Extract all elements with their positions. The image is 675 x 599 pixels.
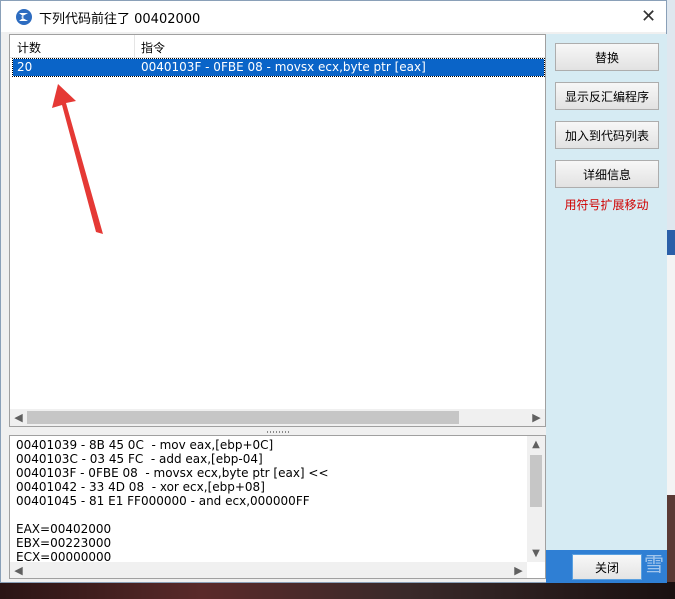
register-line: EAX=00402000 (16, 522, 112, 536)
title-bar[interactable]: 下列代码前往了 00402000 ✕ (1, 1, 666, 32)
scroll-up-icon[interactable]: ▲ (527, 436, 545, 453)
register-line: EBX=00223000 (16, 536, 112, 550)
background-desktop (666, 0, 675, 599)
instruction-list[interactable]: 计数 指令 20 0040103F - 0FBE 08 - movsx ecx,… (9, 34, 546, 427)
column-separator[interactable] (134, 35, 135, 57)
scroll-right-icon[interactable]: ▶ (528, 409, 545, 426)
more-info-button[interactable]: 详细信息 (555, 160, 659, 188)
list-item-selected[interactable]: 20 0040103F - 0FBE 08 - movsx ecx,byte p… (12, 58, 545, 77)
disasm-line: 00401045 - 81 E1 FF000000 - and ecx,0000… (16, 494, 310, 508)
scroll-left-icon[interactable]: ◀ (10, 562, 27, 578)
scrollbar-thumb[interactable] (27, 411, 459, 424)
disasm-line: 0040103F - 0FBE 08 - movsx ecx,byte ptr … (16, 466, 329, 480)
background-window-strip (666, 230, 675, 255)
list-header: 计数 指令 (10, 35, 545, 58)
splitter-grip-icon (267, 431, 289, 433)
background-window-strip (666, 255, 675, 495)
column-header-instruction[interactable]: 指令 (141, 39, 165, 56)
scroll-down-icon[interactable]: ▼ (527, 545, 545, 562)
horizontal-scrollbar[interactable]: ◀ ▶ (10, 562, 527, 578)
instruction-description: 用符号扩展移动 (564, 198, 649, 212)
background-desktop-bottom (0, 582, 675, 599)
horizontal-scrollbar[interactable]: ◀ ▶ (10, 409, 545, 426)
disasm-line: 00401039 - 8B 45 0C - mov eax,[ebp+0C] (16, 438, 274, 452)
disasm-line: 0040103C - 03 45 FC - add eax,[ebp-04] (16, 452, 263, 466)
scroll-right-icon[interactable]: ▶ (510, 562, 527, 578)
scrollbar-thumb[interactable] (530, 455, 542, 507)
code-access-dialog: 下列代码前往了 00402000 ✕ 计数 指令 20 0040103F - 0… (0, 0, 667, 583)
disassembly-context[interactable]: 00401039 - 8B 45 0C - mov eax,[ebp+0C] 0… (9, 435, 546, 579)
replace-button[interactable]: 替换 (555, 43, 659, 71)
window-title: 下列代码前往了 00402000 (39, 12, 201, 27)
show-disassembler-button[interactable]: 显示反汇编程序 (555, 82, 659, 110)
disasm-line: 00401042 - 33 4D 08 - xor ecx,[ebp+08] (16, 480, 265, 494)
count-cell: 20 (17, 60, 33, 74)
close-icon[interactable]: ✕ (631, 1, 666, 32)
close-button[interactable]: 关闭 (572, 554, 642, 580)
instruction-cell: 0040103F - 0FBE 08 - movsx ecx,byte ptr … (141, 60, 426, 74)
add-to-codelist-button[interactable]: 加入到代码列表 (555, 121, 659, 149)
vertical-scrollbar[interactable]: ▲ ▼ (527, 436, 545, 562)
action-panel: 替换 显示反汇编程序 加入到代码列表 详细信息 用符号扩展移动 关闭 雪 (546, 34, 667, 583)
watermark: 雪 (644, 552, 664, 576)
scroll-left-icon[interactable]: ◀ (10, 409, 27, 426)
column-header-count[interactable]: 计数 (17, 39, 41, 56)
cheat-engine-icon (16, 9, 32, 25)
